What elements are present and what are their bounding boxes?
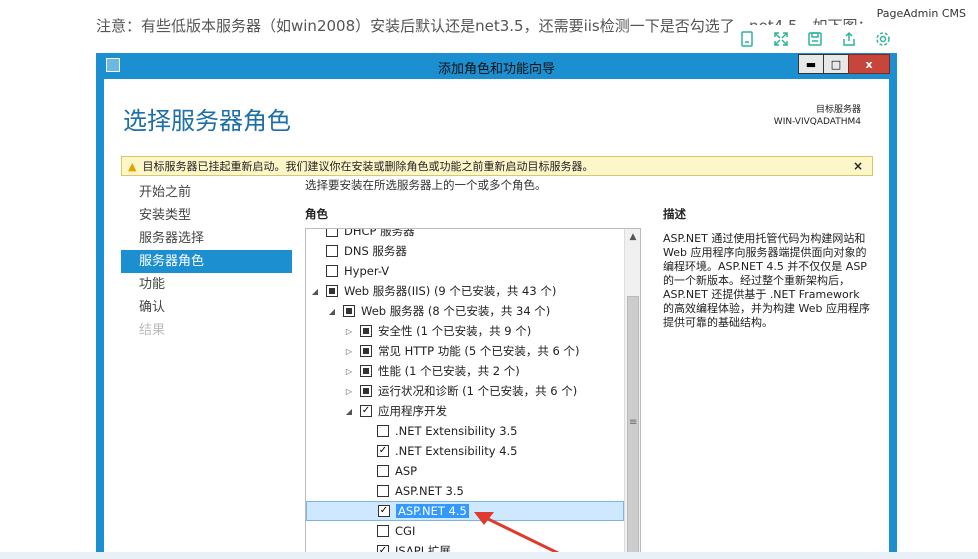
role-checkbox[interactable]: ✓ <box>377 445 389 457</box>
role-tree-row[interactable]: Hyper-V <box>306 261 624 281</box>
role-label: DNS 服务器 <box>344 244 407 258</box>
role-checkbox[interactable] <box>326 285 338 297</box>
role-label: .NET Extensibility 4.5 <box>395 444 518 458</box>
nav-item-confirmation[interactable]: 确认 <box>121 296 292 319</box>
minimize-button[interactable]: ▬ <box>798 54 824 74</box>
expand-toggle-icon[interactable]: ▷ <box>344 387 354 396</box>
scroll-grip-icon: ≡ <box>629 417 638 428</box>
nav-item-server-roles[interactable]: 服务器角色 <box>121 250 292 273</box>
role-checkbox[interactable]: ✓ <box>378 505 390 517</box>
role-label: 常见 HTTP 功能 (5 个已安装，共 6 个) <box>378 344 580 358</box>
role-checkbox[interactable] <box>377 425 389 437</box>
wizard-client: 选择服务器角色 目标服务器 WIN-VIVQADATHM4 ▲ 目标服务器已挂起… <box>104 79 889 559</box>
maximize-button[interactable]: □ <box>823 54 849 74</box>
nav-item-server-selection[interactable]: 服务器选择 <box>121 227 292 250</box>
warning-icon: ▲ <box>128 159 137 173</box>
role-label: 性能 (1 个已安装，共 2 个) <box>378 364 520 378</box>
page-icon[interactable] <box>734 27 760 51</box>
wizard-nav: 开始之前 安装类型 服务器选择 服务器角色 功能 确认 结果 <box>121 181 292 342</box>
roles-scrollbar[interactable]: ▲ ≡ <box>624 229 640 558</box>
role-tree-row[interactable]: DNS 服务器 <box>306 241 624 261</box>
role-checkbox[interactable] <box>360 325 372 337</box>
nav-item-installation-type[interactable]: 安装类型 <box>121 204 292 227</box>
role-tree-row[interactable]: ▷ 性能 (1 个已安装，共 2 个) <box>306 361 624 381</box>
role-label: ASP.NET 4.5 <box>396 504 469 518</box>
target-server-label: 目标服务器 <box>815 105 861 115</box>
warning-close-icon[interactable]: × <box>853 159 863 173</box>
expand-toggle-icon[interactable]: ▷ <box>344 327 354 336</box>
nav-item-results: 结果 <box>139 323 166 338</box>
reader-toolbar <box>730 25 900 53</box>
page: 注意：有些低版本服务器（如win2008）安装后默认还是net3.5，还需要ii… <box>0 0 978 559</box>
role-label: 安全性 (1 个已安装，共 9 个) <box>378 324 532 338</box>
role-checkbox[interactable]: ✓ <box>360 405 372 417</box>
scroll-up-icon[interactable]: ▲ <box>625 229 640 245</box>
role-label: Hyper-V <box>344 264 390 278</box>
close-button[interactable]: x <box>848 54 890 74</box>
role-checkbox[interactable] <box>326 229 338 237</box>
role-checkbox[interactable] <box>360 345 372 357</box>
role-label: Web 服务器(IIS) (9 个已安装，共 43 个) <box>344 284 557 298</box>
nav-item-before-you-begin[interactable]: 开始之前 <box>121 181 292 204</box>
role-tree-row[interactable]: ◢ ✓ 应用程序开发 <box>306 401 624 421</box>
role-tree-row[interactable]: ASP.NET 3.5 <box>306 481 624 501</box>
role-label: .NET Extensibility 3.5 <box>395 424 518 438</box>
description-header: 描述 <box>663 207 686 221</box>
target-server-name: WIN-VIVQADATHM4 <box>773 117 861 127</box>
expand-toggle-icon[interactable]: ▷ <box>344 367 354 376</box>
target-server: 目标服务器 WIN-VIVQADATHM4 <box>774 104 861 128</box>
expand-toggle-icon[interactable]: ◢ <box>310 287 320 296</box>
role-tree-row[interactable]: ✓ ASP.NET 4.5 <box>306 501 624 521</box>
wizard-window: 添加角色和功能向导 ▬ □ x 选择服务器角色 目标服务器 WIN-VIVQAD… <box>96 53 897 559</box>
role-label: ASP <box>395 464 418 478</box>
role-checkbox[interactable] <box>343 305 355 317</box>
role-tree-row[interactable]: ▷ 安全性 (1 个已安装，共 9 个) <box>306 321 624 341</box>
share-icon[interactable] <box>836 27 862 51</box>
bottom-strip <box>0 552 978 559</box>
window-title: 添加角色和功能向导 <box>437 62 555 77</box>
expand-icon[interactable] <box>768 27 794 51</box>
pointer-arrow <box>474 512 563 557</box>
roles-header: 角色 <box>305 207 328 221</box>
role-label: ASP.NET 3.5 <box>395 484 464 498</box>
role-tree-row[interactable]: DHCP 服务器 <box>306 228 624 241</box>
role-checkbox[interactable] <box>326 245 338 257</box>
role-checkbox[interactable] <box>377 525 389 537</box>
expand-toggle-icon[interactable]: ◢ <box>344 407 354 416</box>
role-label: 运行状况和诊断 (1 个已安装，共 6 个) <box>378 384 578 398</box>
role-tree-row[interactable]: ASP <box>306 461 624 481</box>
warning-text: 目标服务器已挂起重新启动。我们建议你在安装或删除角色或功能之前重新启动目标服务器… <box>142 160 594 173</box>
role-tree-row[interactable]: ✓ .NET Extensibility 4.5 <box>306 441 624 461</box>
role-checkbox[interactable] <box>360 365 372 377</box>
role-checkbox[interactable] <box>377 485 389 497</box>
expand-toggle-icon[interactable]: ◢ <box>327 307 337 316</box>
role-label: Web 服务器 (8 个已安装，共 34 个) <box>361 304 551 318</box>
role-label: CGI <box>395 524 416 538</box>
role-description: ASP.NET 通过使用托管代码为构建网站和 Web 应用程序向服务器端提供面向… <box>663 232 870 329</box>
brand-label: PageAdmin CMS <box>874 6 968 21</box>
role-checkbox[interactable] <box>360 385 372 397</box>
role-checkbox[interactable] <box>377 465 389 477</box>
scroll-thumb[interactable]: ≡ <box>627 296 639 558</box>
role-tree-row[interactable]: ◢ Web 服务器(IIS) (9 个已安装，共 43 个) <box>306 281 624 301</box>
role-label: DHCP 服务器 <box>344 228 415 238</box>
page-title: 选择服务器角色 <box>123 107 291 135</box>
expand-toggle-icon[interactable]: ▷ <box>344 347 354 356</box>
save-icon[interactable] <box>802 27 828 51</box>
role-tree-row[interactable]: ◢ Web 服务器 (8 个已安装，共 34 个) <box>306 301 624 321</box>
role-checkbox[interactable] <box>326 265 338 277</box>
intro-text: 选择要安装在所选服务器上的一个或多个角色。 <box>305 178 547 192</box>
role-tree-row[interactable]: ▷ 运行状况和诊断 (1 个已安装，共 6 个) <box>306 381 624 401</box>
title-bar[interactable]: 添加角色和功能向导 ▬ □ x <box>96 53 897 79</box>
role-tree-row[interactable]: ▷ 常见 HTTP 功能 (5 个已安装，共 6 个) <box>306 341 624 361</box>
restart-warning: ▲ 目标服务器已挂起重新启动。我们建议你在安装或删除角色或功能之前重新启动目标服… <box>121 156 873 176</box>
role-label: 应用程序开发 <box>378 404 447 418</box>
role-tree-row[interactable]: .NET Extensibility 3.5 <box>306 421 624 441</box>
nav-item-features[interactable]: 功能 <box>121 273 292 296</box>
role-tree-row[interactable]: CGI <box>306 521 624 541</box>
settings-icon[interactable] <box>870 27 896 51</box>
